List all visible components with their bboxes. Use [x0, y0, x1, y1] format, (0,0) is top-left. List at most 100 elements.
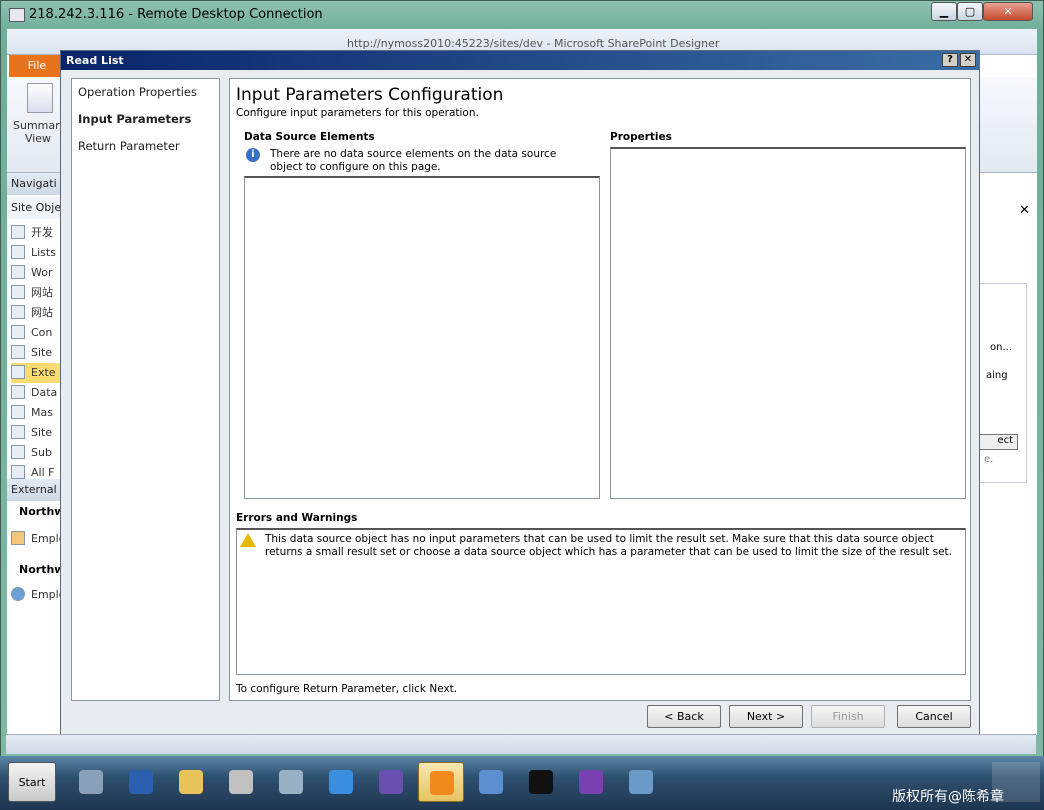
status-bar [6, 734, 1036, 754]
file-tab[interactable]: File [9, 55, 65, 77]
nav-item[interactable]: All F [11, 463, 63, 483]
step-input-parameters[interactable]: Input Parameters [78, 112, 191, 126]
page-subtitle: Configure input parameters for this oper… [236, 107, 479, 119]
nav-item[interactable]: 网站 [11, 283, 63, 303]
nav-item-label: Data [31, 386, 58, 399]
taskbar-app[interactable] [218, 762, 264, 802]
close-pane-icon[interactable]: ✕ [1019, 203, 1030, 218]
dialog-help-button[interactable]: ? [942, 53, 958, 67]
nav-item[interactable]: Exte [11, 363, 63, 383]
home-icon [11, 225, 25, 239]
external-content-icon [11, 365, 25, 379]
summary-view-button[interactable]: Summary View [13, 83, 67, 153]
network-icon [479, 770, 503, 794]
command-prompt-icon [529, 770, 553, 794]
employ-label-1: Employ [31, 532, 63, 545]
navigation-pane: Navigati Site Obje External Northw Emplo… [7, 173, 63, 733]
warning-icon [240, 533, 256, 547]
nav-item-label: Mas [31, 406, 53, 419]
summary-view-icon [27, 83, 53, 113]
window-icon [629, 770, 653, 794]
wizard-content: Input Parameters Configuration Configure… [229, 78, 971, 701]
taskbar-app[interactable] [518, 762, 564, 802]
data-sources-icon [11, 385, 25, 399]
errors-warnings-box: This data source object has no input par… [236, 528, 966, 675]
finish-button[interactable]: Finish [811, 705, 885, 728]
navigation-header[interactable]: Navigati [7, 173, 63, 195]
summary-view-label: Summary View [13, 119, 67, 145]
nav-item-label: Con [31, 326, 53, 339]
sp-window-title: http://nymoss2010:45223/sites/dev - Micr… [347, 37, 720, 50]
right-panel-button[interactable]: ect [978, 434, 1018, 450]
step-operation-properties[interactable]: Operation Properties [78, 85, 197, 99]
taskbar-app[interactable] [168, 762, 214, 802]
site-objects-header[interactable]: Site Obje [7, 197, 63, 219]
taskbar-app[interactable] [418, 762, 464, 802]
site-groups-icon [11, 425, 25, 439]
minimize-button[interactable]: ▁ [931, 2, 957, 21]
step-return-parameter[interactable]: Return Parameter [78, 139, 180, 153]
taskbar-app[interactable] [118, 762, 164, 802]
tools-icon [229, 770, 253, 794]
errors-warnings-header: Errors and Warnings [236, 512, 358, 524]
nav-item[interactable]: Sub [11, 443, 63, 463]
taskbar-app[interactable] [568, 762, 614, 802]
nav-item-label: Sub [31, 446, 52, 459]
internet-explorer-icon [329, 770, 353, 794]
info-icon: i [246, 148, 260, 162]
taskbar-app[interactable] [368, 762, 414, 802]
taskbar-app[interactable] [268, 762, 314, 802]
close-window-button[interactable]: ✕ [983, 2, 1033, 21]
nav-item[interactable]: 开发 [11, 223, 63, 243]
nav-item-label: Lists [31, 246, 56, 259]
settings-icon [279, 770, 303, 794]
page-title: Input Parameters Configuration [236, 85, 504, 105]
nav-item[interactable]: Wor [11, 263, 63, 283]
subsites-icon [11, 445, 25, 459]
dialog-title: Read List [61, 51, 979, 70]
nav-item[interactable]: Data [11, 383, 63, 403]
site-columns-icon [11, 345, 25, 359]
taskbar-app[interactable] [468, 762, 514, 802]
onenote-icon [579, 770, 603, 794]
nav-item-label: 网站 [31, 306, 53, 319]
watermark: 版权所有@陈希章 [892, 789, 1004, 805]
nav-item-label: 开发 [31, 226, 53, 239]
rdp-title: 218.242.3.116 - Remote Desktop Connectio… [29, 7, 323, 22]
properties-grid[interactable] [610, 147, 966, 499]
back-button[interactable]: < Back [647, 705, 721, 728]
workflow-icon [11, 265, 25, 279]
footer-hint: To configure Return Parameter, click Nex… [236, 683, 458, 695]
maximize-button[interactable]: ▢ [957, 2, 983, 21]
nav-item[interactable]: Site [11, 343, 63, 363]
right-panel-text-1: on... [990, 342, 1012, 353]
employ-item-2[interactable]: Employ [11, 585, 63, 605]
content-types-icon [11, 325, 25, 339]
employ-item-1[interactable]: Employ [11, 529, 63, 549]
nav-item[interactable]: Lists [11, 243, 63, 263]
properties-header: Properties [610, 131, 672, 143]
read-list-dialog: Read List ? ✕ Operation Properties Input… [60, 50, 980, 738]
nav-item[interactable]: 网站 [11, 303, 63, 323]
wizard-steps: Operation Properties Input Parameters Re… [71, 78, 220, 701]
start-button[interactable]: Start [8, 762, 56, 802]
right-panel-text-3: e. [984, 454, 994, 465]
nav-item[interactable]: Con [11, 323, 63, 343]
taskbar-app[interactable] [618, 762, 664, 802]
database-icon [11, 531, 25, 545]
nav-item[interactable]: Mas [11, 403, 63, 423]
data-source-elements-list[interactable] [244, 176, 600, 499]
taskbar-app[interactable] [318, 762, 364, 802]
data-source-info-text: There are no data source elements on the… [270, 148, 557, 173]
taskbar-app[interactable] [68, 762, 114, 802]
nav-item-label: Site [31, 346, 53, 359]
nav-item-label: Exte [31, 366, 56, 379]
all-files-icon [11, 465, 25, 479]
visual-studio-icon [379, 770, 403, 794]
nav-item[interactable]: Site [11, 423, 63, 443]
server-manager-icon [79, 770, 103, 794]
cancel-button[interactable]: Cancel [897, 705, 971, 728]
nav-item-label: Wor [31, 266, 53, 279]
dialog-close-button[interactable]: ✕ [960, 53, 976, 67]
next-button[interactable]: Next > [729, 705, 803, 728]
